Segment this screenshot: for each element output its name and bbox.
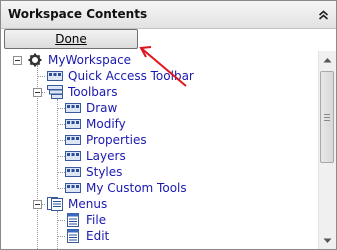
tree-connector [57,188,65,189]
tree-item-quick-access-toolbar[interactable]: Quick Access Toolbar [47,68,194,84]
menu-icon [67,229,79,243]
gear-icon [28,53,42,67]
tree-connector [57,99,58,187]
tree-connector [57,211,58,249]
scroll-up-button[interactable] [319,51,336,68]
menus-icon [47,197,63,211]
scroll-thumb[interactable] [320,71,334,163]
tree-item-myworkspace[interactable]: MyWorkspace [27,52,131,68]
caret-up-icon [323,57,332,62]
toolbar-icon [65,119,81,129]
tree-item-label: Styles [86,165,123,179]
panel-header: Workspace Contents [1,1,336,29]
panel-title: Workspace Contents [8,7,148,21]
toolbar-icon [65,167,81,177]
toolbar-icon [65,103,81,113]
tree-item-file[interactable]: File [65,212,106,228]
vertical-scrollbar[interactable] [318,51,336,249]
tree-item-modify[interactable]: Modify [65,116,126,132]
tree-item-label: My Custom Tools [86,181,187,195]
toolbars-icon [47,85,63,99]
double-chevron-up-icon [318,9,329,20]
tree-connector [57,172,65,173]
scroll-down-button[interactable] [319,232,336,249]
tree-item-label: Layers [86,149,126,163]
tree-item-label: Edit [86,229,110,243]
tree-item-label: MyWorkspace [48,53,132,67]
caret-down-icon [323,238,332,243]
tree-item-label: Properties [86,133,147,147]
tree-connector [57,140,65,141]
workspace-tree: MyWorkspace Quick Access Toolbar Toolbar… [1,51,316,249]
toolbar-icon [65,151,81,161]
tree-item-label: Quick Access Toolbar [68,69,194,83]
tree-item-label: Draw [86,101,118,115]
tree-item-my-custom-tools[interactable]: My Custom Tools [65,180,187,196]
tree-connector [57,108,65,109]
tree-item-label: Toolbars [68,85,118,99]
workspace-contents-panel: Workspace Contents Done MyWorkspace Quic… [0,0,337,250]
tree-connector [37,76,45,77]
tree-item-label: Modify [86,117,126,131]
menu-icon [67,213,79,227]
done-button-label: Done [55,32,87,46]
tree-item-draw[interactable]: Draw [65,100,117,116]
collapse-toggle[interactable] [33,88,42,97]
toolbar-icon [65,135,81,145]
tree-item-menus[interactable]: Menus [47,196,107,212]
tree-connector [57,124,65,125]
tree-connector [57,156,65,157]
tree-connector [57,236,65,237]
tree-item-edit[interactable]: Edit [65,228,109,244]
tree-connector [57,220,65,221]
tree-item-label: File [86,213,107,227]
toolbar-icon [65,183,81,193]
tree-item-label: Menus [68,197,108,211]
done-button[interactable]: Done [4,29,138,49]
tree-item-layers[interactable]: Layers [65,148,126,164]
tree-item-styles[interactable]: Styles [65,164,122,180]
tree-item-properties[interactable]: Properties [65,132,147,148]
toolbar-icon [47,71,63,81]
collapse-button[interactable] [315,6,332,23]
tree-item-toolbars[interactable]: Toolbars [47,84,117,100]
collapse-toggle[interactable] [13,56,22,65]
collapse-toggle[interactable] [33,200,42,209]
